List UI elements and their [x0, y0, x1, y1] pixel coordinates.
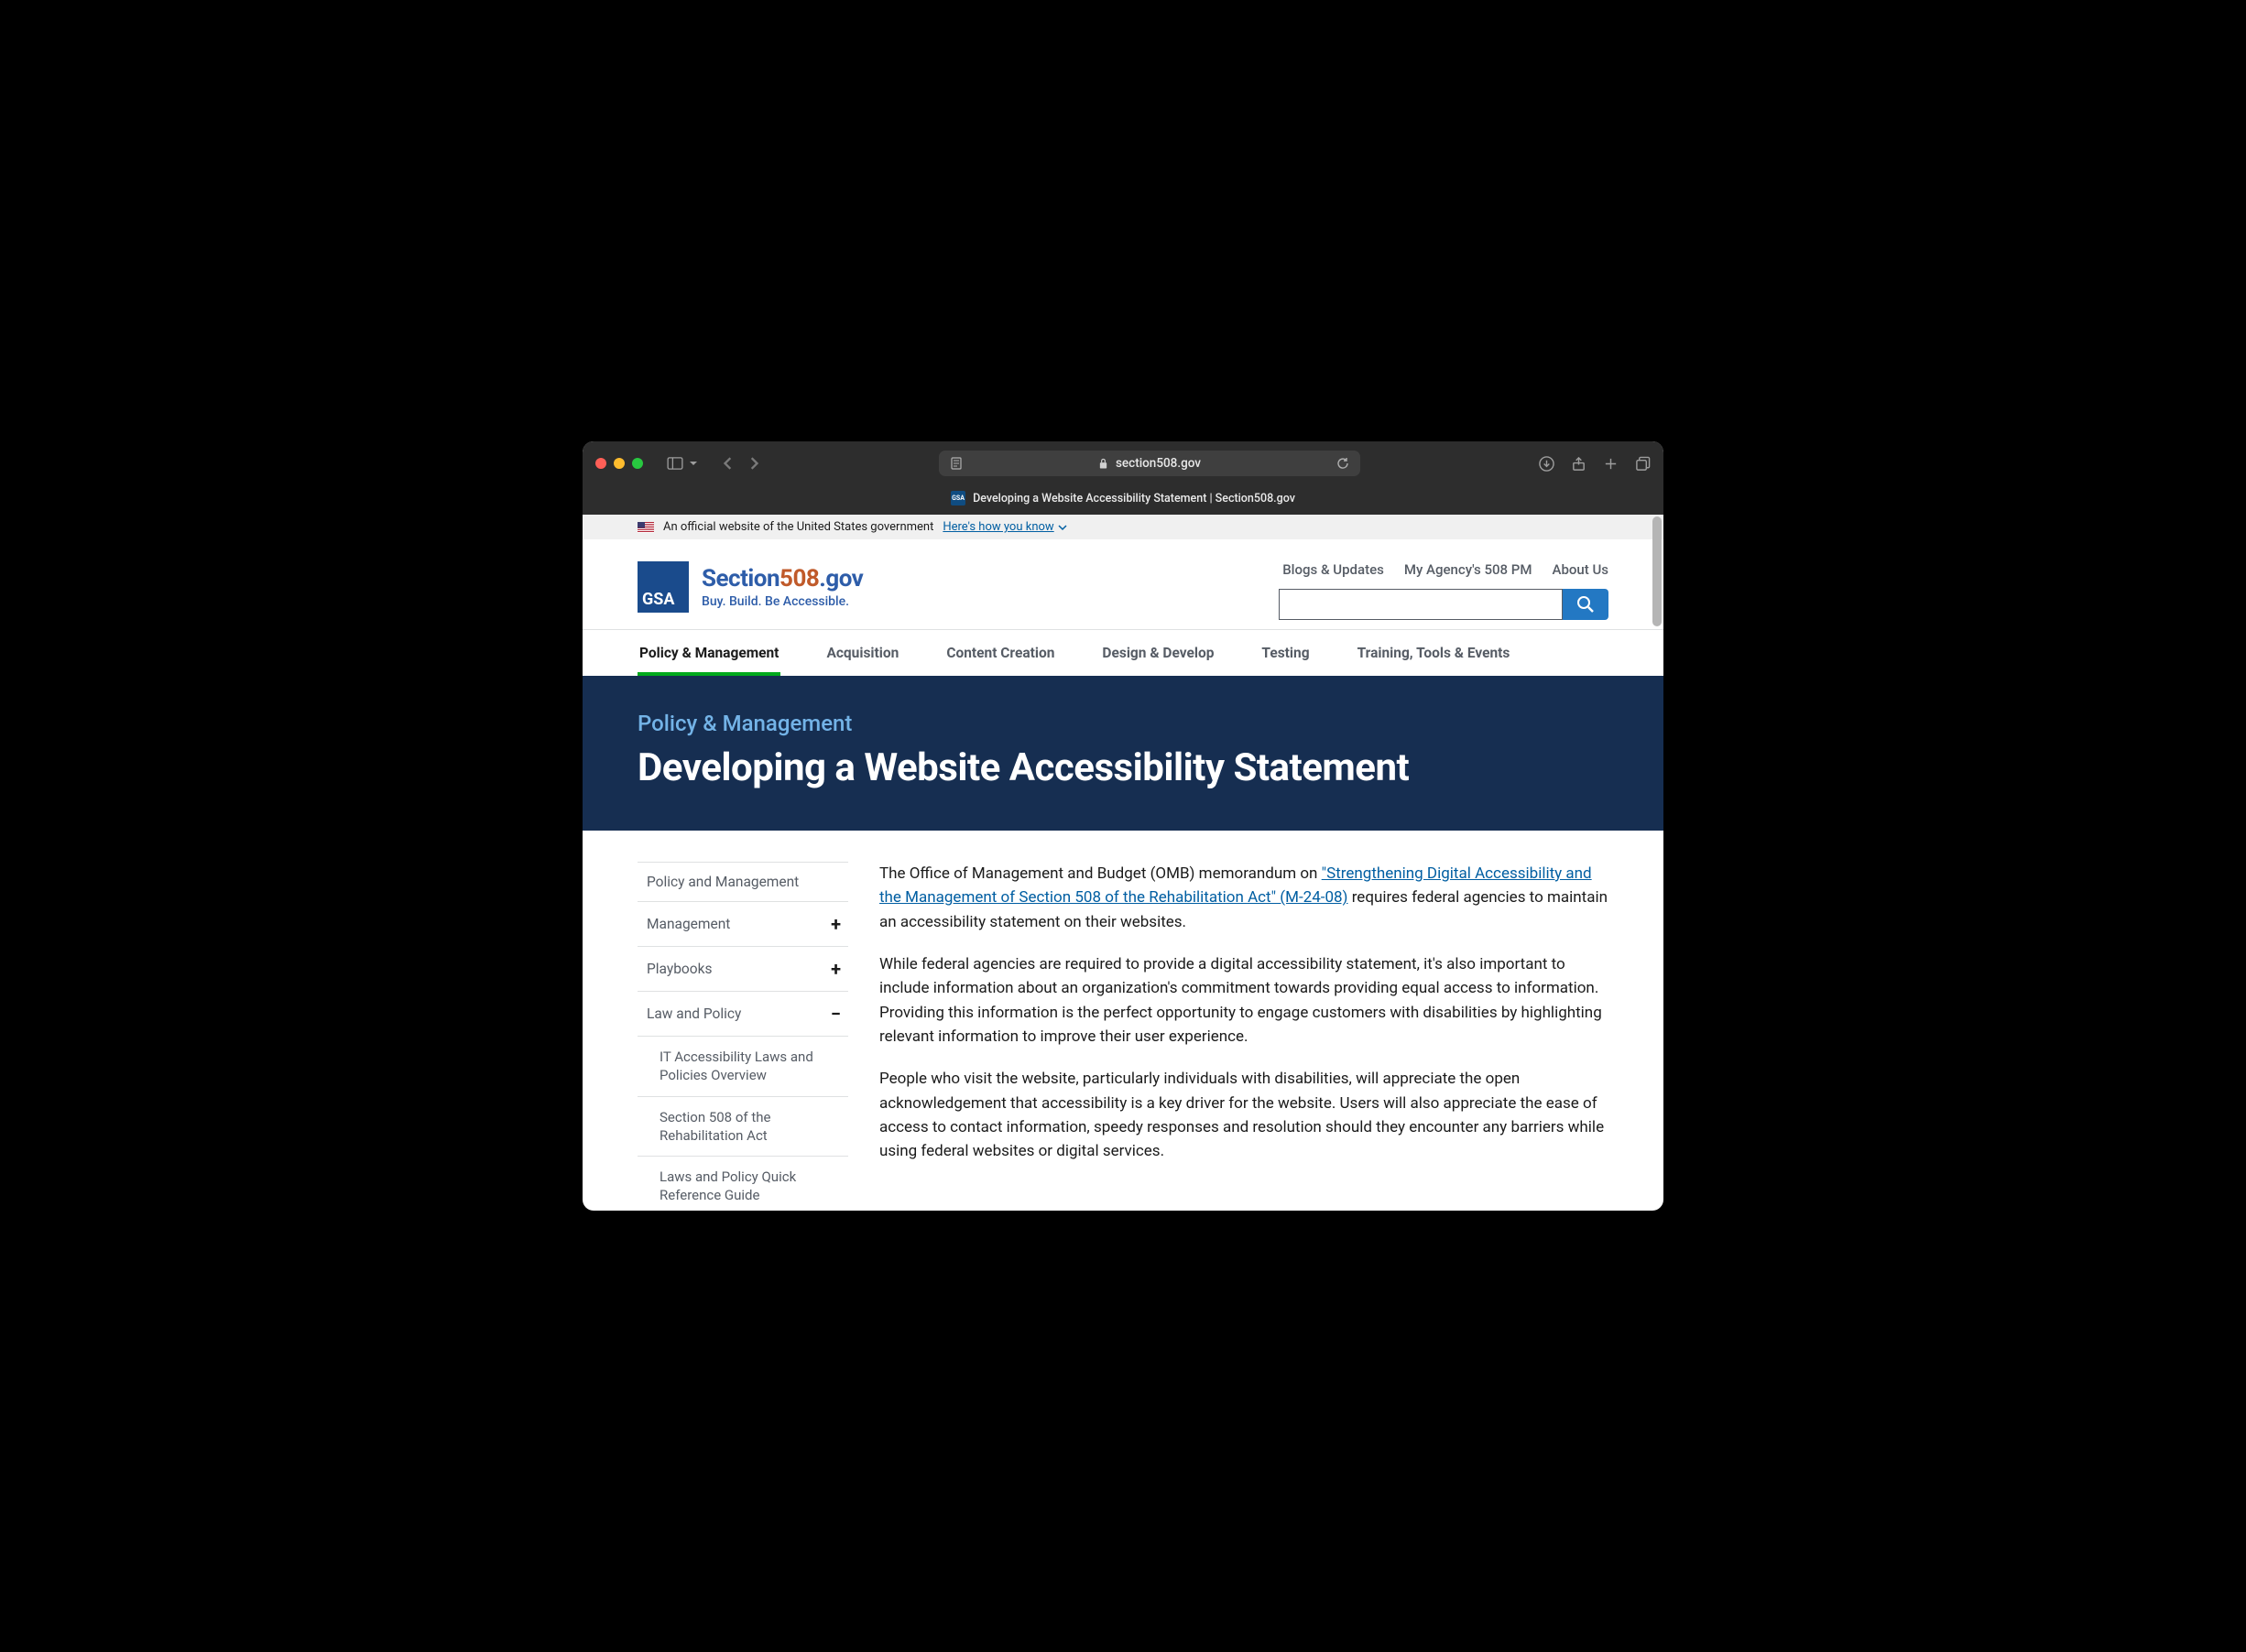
gov-banner-text: An official website of the United States…: [663, 520, 933, 534]
tabs-button[interactable]: [1635, 456, 1651, 472]
paragraph-1: The Office of Management and Budget (OMB…: [879, 862, 1608, 934]
chevron-down-icon: [1058, 523, 1067, 532]
nav-arrows: [722, 457, 760, 470]
gov-banner-link-text: Here's how you know: [943, 520, 1053, 534]
downloads-button[interactable]: [1539, 456, 1554, 472]
minimize-window-button[interactable]: [614, 458, 625, 469]
scrollbar[interactable]: [1652, 516, 1662, 626]
sidebar-sub-quick-ref[interactable]: Laws and Policy Quick Reference Guide: [638, 1156, 848, 1211]
sidebar-item-label: Policy and Management: [647, 874, 799, 890]
top-nav-agency[interactable]: My Agency's 508 PM: [1404, 561, 1532, 578]
sidebar-item-law-policy[interactable]: Law and Policy −: [638, 991, 848, 1036]
share-button[interactable]: [1571, 456, 1586, 472]
browser-window: section508.gov GSA Developing a Website …: [583, 441, 1663, 1211]
search-wrap: [1279, 589, 1608, 620]
gsa-logo: GSA: [638, 561, 689, 613]
page-content[interactable]: An official website of the United States…: [583, 515, 1663, 1211]
favicon: GSA: [951, 491, 965, 505]
sidebar-item-management[interactable]: Management +: [638, 901, 848, 946]
sidebar-item-policy-mgmt[interactable]: Policy and Management: [638, 862, 848, 901]
hero-banner: Policy & Management Developing a Website…: [583, 676, 1663, 831]
browser-toolbar: section508.gov: [583, 441, 1663, 485]
new-tab-button[interactable]: [1603, 456, 1619, 472]
nav-training-tools[interactable]: Training, Tools & Events: [1356, 630, 1512, 676]
tab-bar: GSA Developing a Website Accessibility S…: [583, 485, 1663, 515]
minus-icon: −: [831, 1003, 841, 1025]
gov-banner: An official website of the United States…: [583, 515, 1663, 539]
page-title: Developing a Website Accessibility State…: [638, 745, 1608, 790]
p1-text-a: The Office of Management and Budget (OMB…: [879, 864, 1322, 883]
site-header: GSA Section508.gov Buy. Build. Be Access…: [583, 539, 1663, 629]
search-button[interactable]: [1563, 589, 1608, 620]
url-text: section508.gov: [1116, 456, 1201, 471]
nav-policy-management[interactable]: Policy & Management: [638, 630, 780, 676]
site-title-part1: Section: [702, 565, 780, 592]
top-nav-about[interactable]: About Us: [1553, 561, 1609, 578]
sidebar-item-playbooks[interactable]: Playbooks +: [638, 946, 848, 991]
top-nav-blogs[interactable]: Blogs & Updates: [1282, 561, 1384, 578]
sidebar-sub-it-laws[interactable]: IT Accessibility Laws and Policies Overv…: [638, 1036, 848, 1096]
lock-icon: [1098, 457, 1108, 470]
top-nav: Blogs & Updates My Agency's 508 PM About…: [1282, 561, 1608, 578]
site-tagline: Buy. Build. Be Accessible.: [702, 594, 863, 609]
traffic-lights: [595, 458, 643, 469]
logo-area[interactable]: GSA Section508.gov Buy. Build. Be Access…: [638, 561, 863, 613]
tab-title: Developing a Website Accessibility State…: [973, 492, 1295, 505]
site-title-part3: .gov: [819, 565, 863, 592]
nav-testing[interactable]: Testing: [1259, 630, 1311, 676]
address-center: section508.gov: [972, 456, 1327, 471]
site-title-part2: 508: [780, 565, 819, 592]
main-content: The Office of Management and Budget (OMB…: [879, 862, 1608, 1211]
browser-chrome: section508.gov GSA Developing a Website …: [583, 441, 1663, 515]
sidebar-icon: [667, 457, 683, 470]
sidebar-item-label: Playbooks: [647, 961, 712, 977]
site-title: Section508.gov: [702, 565, 863, 592]
sidebar-sub-section508[interactable]: Section 508 of the Rehabilitation Act: [638, 1096, 848, 1157]
us-flag-icon: [638, 522, 654, 533]
sidebar-item-label: Management: [647, 916, 730, 932]
nav-acquisition[interactable]: Acquisition: [824, 630, 900, 676]
main-nav: Policy & Management Acquisition Content …: [583, 629, 1663, 676]
reload-button[interactable]: [1336, 457, 1349, 470]
forward-button[interactable]: [747, 457, 760, 470]
plus-icon: +: [831, 958, 841, 980]
chevron-down-icon: [689, 459, 698, 468]
toolbar-right: [1539, 456, 1651, 472]
gov-banner-link[interactable]: Here's how you know: [943, 520, 1066, 534]
site-name: Section508.gov Buy. Build. Be Accessible…: [702, 565, 863, 609]
search-icon: [1576, 595, 1595, 614]
close-window-button[interactable]: [595, 458, 606, 469]
sidebar: Policy and Management Management + Playb…: [638, 862, 848, 1211]
search-input[interactable]: [1279, 589, 1563, 620]
paragraph-2: While federal agencies are required to p…: [879, 952, 1608, 1049]
content-wrap: Policy and Management Management + Playb…: [583, 831, 1663, 1211]
reader-icon: [950, 457, 963, 470]
plus-icon: +: [831, 913, 841, 935]
address-bar[interactable]: section508.gov: [939, 451, 1360, 476]
hero-eyebrow: Policy & Management: [638, 711, 1608, 736]
sidebar-item-label: Law and Policy: [647, 1005, 741, 1022]
maximize-window-button[interactable]: [632, 458, 643, 469]
paragraph-3: People who visit the website, particular…: [879, 1067, 1608, 1163]
back-button[interactable]: [722, 457, 735, 470]
header-right: Blogs & Updates My Agency's 508 PM About…: [1279, 561, 1608, 620]
address-bar-wrap: section508.gov: [775, 451, 1524, 476]
nav-design-develop[interactable]: Design & Develop: [1100, 630, 1216, 676]
nav-content-creation[interactable]: Content Creation: [944, 630, 1056, 676]
sidebar-toggle-button[interactable]: [667, 457, 698, 470]
